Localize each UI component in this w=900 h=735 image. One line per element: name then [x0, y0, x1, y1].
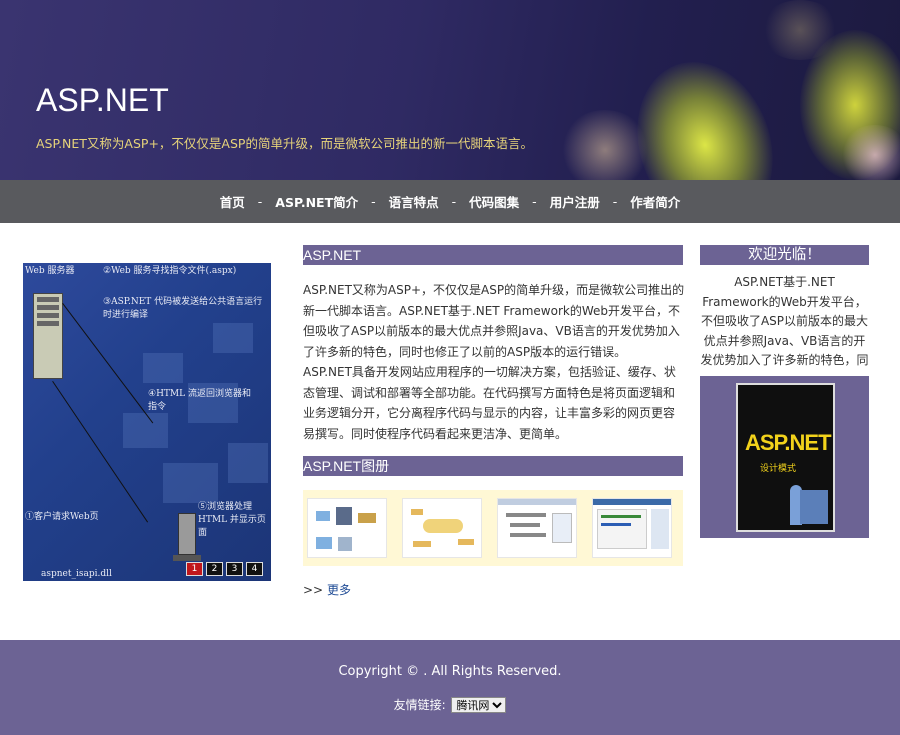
server-icon — [33, 293, 63, 379]
section-title-aspnet: ASP.NET — [303, 245, 683, 265]
intro-paragraph: ASP.NET又称为ASP+，不仅仅是ASP的简单升级，而是微软公司推出的新一代… — [303, 283, 685, 359]
slider-label-step2: ②Web 服务寻找指令文件(.aspx) — [103, 266, 237, 276]
gallery-thumbnail[interactable] — [497, 498, 577, 558]
nav-separator: - — [532, 194, 537, 209]
book-panel: ASP.NET 设计模式 — [700, 376, 869, 538]
computer-base-icon — [173, 555, 201, 561]
section-title-gallery: ASP.NET图册 — [303, 456, 683, 476]
site-header: ASP.NET ASP.NET又称为ASP+，不仅仅是ASP的简单升级，而是微软… — [0, 0, 900, 180]
gallery-thumbnail[interactable] — [402, 498, 482, 558]
image-slider[interactable]: Web 服务器 ②Web 服务寻找指令文件(.aspx) ③ASP.NET 代码… — [23, 263, 271, 581]
slider-label-step3: ③ASP.NET 代码被发送给公共语言运行时进行编译 — [103, 297, 263, 321]
book-figure-icon — [800, 490, 828, 524]
nav-item-gallery[interactable]: 代码图集 — [469, 192, 519, 211]
friend-links: 友情链接: 腾讯网 — [0, 696, 900, 713]
friend-links-label: 友情链接: — [393, 698, 446, 712]
slider-label-step5: ⑤浏览器处理 HTML 并显示页面 — [198, 502, 266, 539]
slider-bg-tile — [143, 353, 183, 383]
more-link[interactable]: 更多 — [327, 583, 351, 597]
site-title: ASP.NET — [36, 82, 169, 118]
book-cover-title: ASP.NET — [745, 430, 832, 455]
main-nav: 首页 - ASP.NET简介 - 语言特点 - 代码图集 - 用户注册 - 作者… — [0, 180, 900, 223]
computer-icon — [178, 513, 196, 555]
gallery-thumbnail[interactable] — [307, 498, 387, 558]
slider-bg-tile — [163, 463, 218, 503]
slider-label-step4: ④HTML 流返回浏览器和指令 — [148, 389, 251, 413]
slider-bg-tile — [213, 323, 253, 353]
nav-separator: - — [612, 194, 618, 209]
nav-item-intro[interactable]: ASP.NET简介 — [275, 192, 358, 211]
nav-separator: - — [257, 194, 263, 209]
more-prefix: >> — [303, 583, 324, 597]
gallery-strip — [303, 490, 683, 566]
slider-bg-tile — [123, 413, 168, 448]
nav-item-register[interactable]: 用户注册 — [550, 192, 600, 211]
nav-item-home[interactable]: 首页 — [220, 192, 245, 211]
friend-links-select[interactable]: 腾讯网 — [451, 697, 507, 713]
header-light-blur — [614, 42, 796, 180]
slider-label-step1: ①客户请求Web页 — [25, 512, 99, 522]
intro-paragraph: ASP.NET具备开发网站应用程序的一切解决方案，包括验证、缓存、状态管理、调试… — [303, 365, 676, 441]
site-footer: Copyright © . All Rights Reserved. 友情链接:… — [0, 640, 900, 735]
slider-label-dll: aspnet_isapi.dll — [41, 569, 112, 579]
more-link-row: >> 更多 — [303, 581, 351, 598]
site-subtitle: ASP.NET又称为ASP+，不仅仅是ASP的简单升级，而是微软公司推出的新一代… — [36, 136, 533, 151]
slider-page-3[interactable]: 3 — [226, 562, 243, 576]
flow-arrow — [52, 381, 149, 523]
nav-item-author[interactable]: 作者简介 — [630, 192, 680, 211]
nav-separator: - — [371, 194, 376, 209]
slider-page-4[interactable]: 4 — [246, 562, 263, 576]
copyright-text: Copyright © . All Rights Reserved. — [338, 664, 562, 679]
slider-bg-tile — [228, 443, 268, 483]
nav-separator: - — [451, 194, 457, 209]
welcome-text: ASP.NET基于.NET Framework的Web开发平台，不但吸收了ASP… — [700, 275, 869, 367]
welcome-title: 欢迎光临！ — [700, 245, 869, 265]
slider-page-2[interactable]: 2 — [206, 562, 223, 576]
gallery-thumbnail[interactable] — [592, 498, 672, 558]
book-cover-subtitle: 设计模式 — [760, 464, 797, 474]
header-light-blur — [840, 125, 900, 180]
slider-label-web-server: Web 服务器 — [25, 266, 75, 276]
intro-article: ASP.NET又称为ASP+，不仅仅是ASP的简单升级，而是微软公司推出的新一代… — [303, 280, 685, 444]
slider-pager: 1 2 3 4 — [186, 562, 263, 576]
book-cover-image[interactable]: ASP.NET 设计模式 — [736, 383, 835, 532]
nav-item-features[interactable]: 语言特点 — [389, 192, 439, 211]
slider-page-1[interactable]: 1 — [186, 562, 203, 576]
